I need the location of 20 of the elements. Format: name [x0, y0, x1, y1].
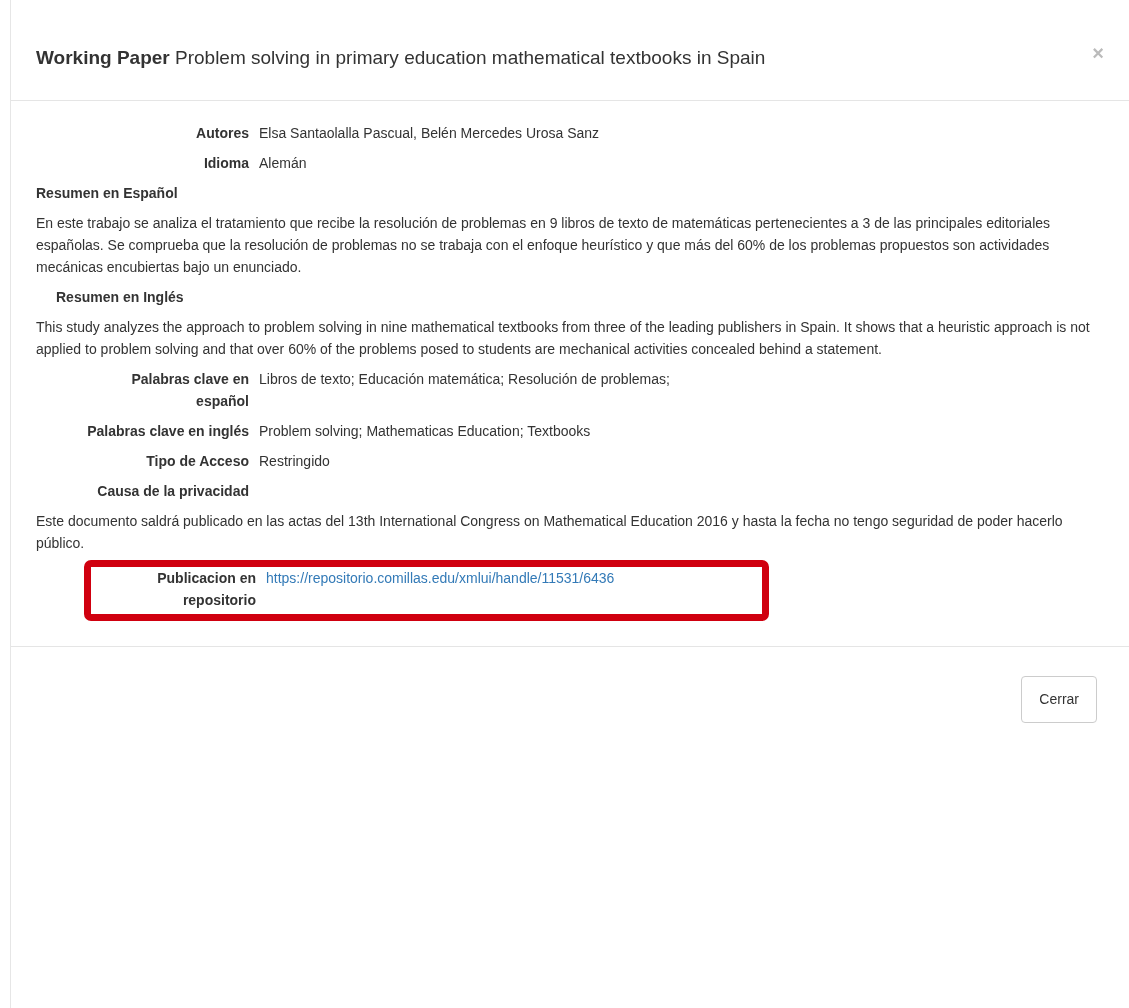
field-value: Alemán	[259, 154, 307, 173]
field-label: Autores	[195, 124, 249, 143]
modal-title: Working Paper Problem solving in primary education mathematical textbooks in Spain	[36, 46, 766, 70]
field-value: Restringido	[259, 452, 330, 471]
field-label: Palabras clave en inglés	[86, 422, 249, 441]
field-label: Idioma	[202, 154, 249, 173]
paragraph: En este trabajo se analiza el tratamiento que recibe la resolución de problemas en 9 libros de texto de matemáticas pertenecientes a 3 de las principales editoriales españolas. Se comprueba que la resolución de problemas no se trabaja con el enfoque heurístico y que más del 60% de los problemas propuestos son actividades mecánicas encubiertas bajo un enunciado.	[36, 214, 1052, 277]
field-label: Causa de la privacidad	[96, 482, 249, 501]
paragraph: Este documento saldrá publicado en las actas del 13th International Congress on Mathematical Education 2016 y hasta la fecha no tengo seguridad de poder hacerlo público.	[36, 512, 1064, 553]
section-heading: Resumen en Español	[36, 184, 179, 203]
field-value: Problem solving; Mathematicas Education; Textbooks	[259, 422, 591, 441]
field-value: Libros de texto; Educación matemática; Resolución de problemas;	[259, 370, 670, 389]
field-label: Publicacion en repositorio	[156, 569, 256, 610]
field-value: Elsa Santaolalla Pascual, Belén Mercedes Urosa Sanz	[259, 124, 600, 143]
field-label: Tipo de Acceso	[145, 452, 249, 471]
repository-link[interactable]: https://repositorio.comillas.edu/xmlui/handle/11531/6436	[266, 567, 615, 611]
close-button[interactable]: Cerrar	[1021, 676, 1097, 723]
field-label: Palabras clave en español	[130, 370, 249, 411]
section-heading: Resumen en Inglés	[55, 288, 185, 307]
paragraph: This study analyzes the approach to problem solving in nine mathematical textbooks from three of the leading publishers in Spain. It shows that a heuristic approach is not applied to problem solving and that over 60% of the problems posed to students are mechanical activities concealed behind a statement.	[36, 318, 1091, 359]
